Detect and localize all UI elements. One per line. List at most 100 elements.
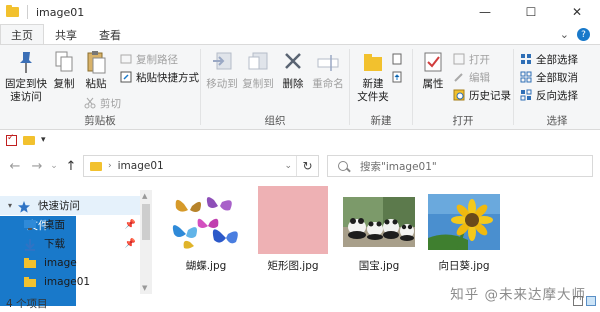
open-button[interactable]: 打开 [453,51,490,67]
new-item-button[interactable] [392,51,404,67]
scroll-up-icon[interactable]: ▲ [142,192,147,200]
file-name: 国宝.jpg [358,260,400,272]
details-view-icon[interactable] [573,296,583,306]
refresh-button[interactable]: ↻ [296,156,318,176]
tab-home[interactable]: 主页 [0,24,44,45]
open-icon [453,53,465,65]
select-group: 全部选择 全部取消 反向选择 选择 [514,45,600,131]
file-item[interactable]: 向日葵.jpg [426,192,502,282]
select-group-label: 选择 [546,115,568,127]
file-item[interactable]: 矩形图.jpg [255,186,331,282]
item-count: 4 个项目 [6,297,48,310]
sidebar-item-desktop[interactable]: 桌面 📌 [0,215,140,234]
title-separator [27,5,28,19]
scissors-icon [84,97,96,109]
paste-button[interactable]: 粘贴 [82,49,110,91]
window-controls: — ☐ ✕ [462,0,600,24]
clipboard-group: 固定到快 速访问 复制 粘贴 复制路径 粘贴快捷方式 剪切 剪贴板 [0,45,200,131]
chevron-down-icon[interactable]: ⌄ [284,161,292,171]
sidebar-item-downloads[interactable]: 下载 📌 [0,234,140,253]
ribbon-tabs: 文件 主页 共享 查看 ⌄ ? [0,24,600,306]
paste-shortcut-button[interactable]: 粘贴快捷方式 [120,69,199,85]
back-button[interactable]: ← [4,155,26,177]
file-item[interactable]: 蝴蝶.jpg [168,192,244,282]
properties-button[interactable]: 属性 [419,49,447,91]
cut-button[interactable]: 剪切 [84,95,121,111]
folder-icon[interactable] [23,135,35,145]
navigation-bar: ← → ⌄ ↑ › image01 ⌄ ↻ 搜索"image01" [0,150,600,182]
history-button[interactable]: 历史记录 [453,87,511,103]
edit-button[interactable]: 编辑 [453,69,490,85]
organize-group-label: 组织 [264,115,286,127]
pin-icon[interactable]: 📌 [125,220,136,230]
close-button[interactable]: ✕ [554,0,600,24]
paste-icon [85,49,107,75]
move-to-button[interactable]: 移动到 [205,49,239,91]
search-input[interactable]: 搜索"image01" [327,155,593,177]
properties-icon [422,49,444,75]
pandas-thumbnail [343,192,415,252]
recent-locations-button[interactable]: ⌄ [48,155,60,177]
pink-rectangle-thumbnail [258,186,328,254]
expand-icon[interactable]: ▾ [8,201,12,210]
address-bar[interactable]: › image01 ⌄ ↻ [83,155,319,177]
folder-icon [6,5,19,17]
tab-view[interactable]: 查看 [88,24,132,45]
copy-to-button[interactable]: 复制到 [241,49,275,91]
minimize-button[interactable]: — [462,0,508,24]
navigation-pane: ▾ 快速访问 桌面 📌 下载 📌 image image01 ▲ ▼ [0,190,152,294]
title-bar: image01 — ☐ ✕ [0,0,600,24]
maximize-button[interactable]: ☐ [508,0,554,24]
sidebar-item-image[interactable]: image [0,253,140,272]
sidebar-item-quick-access[interactable]: ▾ 快速访问 [0,196,140,215]
organize-group: 移动到 复制到 删除 重命名 组织 [201,45,349,131]
breadcrumb[interactable]: image01 [118,160,164,172]
copy-icon [53,49,75,75]
status-bar: 4 个项目 [0,294,600,312]
sidebar-item-image01[interactable]: image01 [0,272,140,291]
pin-icon[interactable]: 📌 [125,239,136,249]
forward-button[interactable]: → [26,155,48,177]
rename-button[interactable]: 重命名 [309,49,347,91]
help-icon[interactable]: ? [577,28,590,41]
copy-button[interactable]: 复制 [50,49,78,91]
nav-scrollbar[interactable]: ▲ ▼ [140,190,152,294]
copy-path-icon [120,53,132,65]
up-button[interactable]: ↑ [60,155,82,177]
copy-to-icon [247,49,269,75]
breadcrumb-separator[interactable]: › [108,161,112,171]
search-icon [338,161,348,171]
scroll-down-icon[interactable]: ▼ [142,284,147,292]
file-name: 蝴蝶.jpg [185,260,227,272]
tab-share[interactable]: 共享 [44,24,88,45]
qat-dropdown-icon[interactable]: ▾ [41,135,46,145]
search-placeholder: 搜索"image01" [360,160,437,173]
scrollbar-thumb[interactable] [142,204,150,240]
invert-selection-button[interactable]: 反向选择 [520,87,578,103]
edit-icon [453,71,465,83]
new-folder-icon [362,49,384,75]
new-group-label: 新建 [370,115,392,127]
easy-access-icon [392,71,404,83]
folder-icon [24,257,36,268]
properties-check-icon[interactable] [6,133,17,146]
new-group: 新建 文件夹 新建 [350,45,412,131]
easy-access-button[interactable] [392,69,404,85]
pin-quick-access-button[interactable]: 固定到快 速访问 [4,49,48,104]
copy-path-button[interactable]: 复制路径 [120,51,178,67]
select-none-icon [520,71,532,83]
large-icons-view-icon[interactable] [586,296,596,306]
window-title: image01 [36,5,85,19]
file-item[interactable]: 国宝.jpg [341,192,417,282]
delete-button[interactable]: 删除 [281,49,305,91]
star-icon [18,200,31,213]
delete-icon [282,49,304,75]
butterflies-thumbnail [170,192,242,252]
chevron-down-icon[interactable]: ⌄ [560,28,569,41]
view-toggle [573,296,596,306]
pin-icon [15,49,37,75]
select-all-button[interactable]: 全部选择 [520,51,578,67]
download-icon [24,238,36,251]
new-folder-button[interactable]: 新建 文件夹 [356,49,390,104]
select-none-button[interactable]: 全部取消 [520,69,578,85]
